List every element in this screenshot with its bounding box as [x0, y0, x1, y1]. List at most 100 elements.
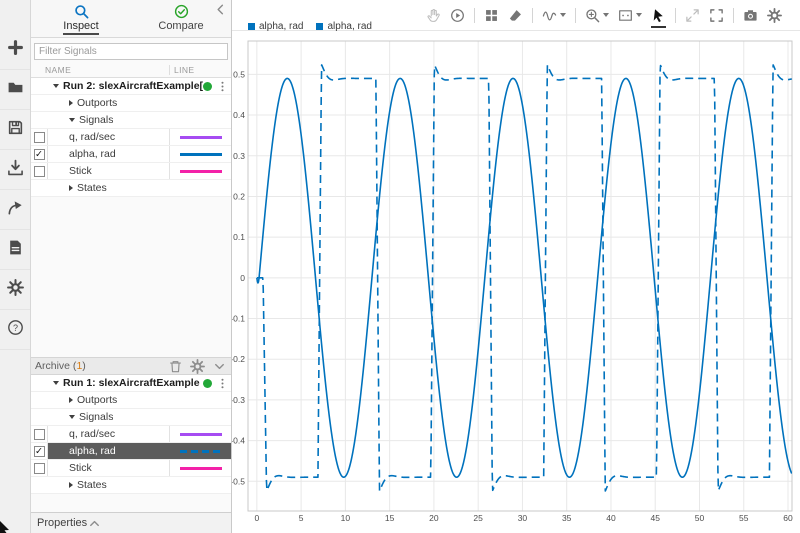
signal-row[interactable]: q, rad/sec [31, 129, 231, 146]
legend-entry[interactable]: alpha, rad [316, 21, 371, 32]
checkbox-gutter [31, 392, 48, 408]
checkbox-gutter [31, 180, 48, 196]
y-tick-label: -0.5 [232, 476, 245, 486]
checkbox-gutter: ✓ [31, 146, 48, 162]
signal-line-swatch [180, 433, 222, 436]
signal-line-swatch [180, 136, 222, 139]
signal-name: q, rad/sec [69, 428, 115, 440]
y-tick-label: -0.3 [232, 395, 245, 405]
tab-compare-label: Compare [158, 20, 203, 35]
caret-right-icon[interactable] [69, 185, 73, 191]
caret-down-icon[interactable] [69, 415, 75, 419]
signal-row[interactable]: ✓alpha, rad [31, 146, 231, 163]
archive-tree: Run 1: slexAircraftExample Outports Signal… [31, 375, 231, 494]
open-button[interactable] [0, 70, 30, 110]
caret-down-icon[interactable] [53, 381, 59, 385]
group-label: Outports [77, 97, 117, 109]
run-title: Run 1: slexAircraftExample [63, 377, 200, 389]
row-body: Outports [48, 392, 231, 408]
help-button[interactable]: ? [0, 310, 30, 350]
run-status-dot [203, 82, 212, 91]
signal-line-cell [169, 129, 231, 145]
row-body: States [48, 180, 231, 196]
row-body: Signals [48, 409, 231, 425]
search-icon [74, 4, 89, 19]
signal-line-swatch [180, 467, 222, 470]
tree-group-row[interactable]: States [31, 477, 231, 494]
legend-entry[interactable]: alpha, rad [248, 21, 303, 32]
y-tick-label: -0.4 [232, 436, 245, 446]
tree-group-row[interactable]: States [31, 180, 231, 197]
app-toolbar: ? [0, 0, 31, 533]
chevron-down-icon[interactable] [212, 359, 227, 374]
ellipsis-v-icon[interactable] [216, 80, 229, 93]
signal-visibility-checkbox[interactable]: ✓ [34, 149, 45, 160]
archive-actions [168, 359, 227, 374]
run-row[interactable]: Run 1: slexAircraftExample [31, 375, 231, 392]
x-tick-label: 55 [739, 513, 749, 523]
ellipsis-v-icon[interactable] [216, 377, 229, 390]
check-circle-icon [174, 4, 189, 19]
signal-visibility-checkbox[interactable] [34, 132, 45, 143]
tab-inspect[interactable]: Inspect [31, 0, 131, 37]
group-label: Signals [79, 411, 113, 423]
y-tick-label: 0 [240, 273, 245, 283]
archive-header[interactable]: Archive (1) [31, 357, 231, 375]
column-header-name: NAME [31, 65, 169, 75]
signal-plot[interactable]: 0510152025303540455055600.50.40.30.20.10… [232, 0, 800, 533]
properties-bar[interactable]: Properties [31, 512, 231, 533]
caret-right-icon[interactable] [69, 482, 73, 488]
tab-inspect-label: Inspect [63, 20, 98, 35]
signal-row[interactable]: q, rad/sec [31, 426, 231, 443]
caret-down-icon[interactable] [53, 84, 59, 88]
archive-count: 1 [76, 360, 82, 372]
run-tree: Run 2: slexAircraftExample[Current] Outpo… [31, 78, 231, 197]
signal-visibility-checkbox[interactable] [34, 463, 45, 474]
tree-group-row[interactable]: Outports [31, 95, 231, 112]
signal-row[interactable]: Stick [31, 163, 231, 180]
x-tick-label: 35 [562, 513, 572, 523]
signal-visibility-checkbox[interactable] [34, 166, 45, 177]
y-tick-label: -0.2 [232, 354, 245, 364]
caret-right-icon[interactable] [69, 397, 73, 403]
tree-group-row[interactable]: Signals [31, 112, 231, 129]
signal-name: alpha, rad [69, 445, 116, 457]
tree-group-row[interactable]: Outports [31, 392, 231, 409]
signal-visibility-checkbox[interactable] [34, 429, 45, 440]
signal-row[interactable]: Stick [31, 460, 231, 477]
caret-down-icon[interactable] [69, 118, 75, 122]
signal-row[interactable]: ✓ alpha, rad [31, 443, 231, 460]
signal-line-swatch [180, 450, 222, 453]
checkbox-gutter [31, 163, 48, 179]
y-tick-label: 0.4 [233, 110, 245, 120]
signal-line-cell [169, 163, 231, 179]
new-button[interactable] [0, 30, 30, 70]
run-row[interactable]: Run 2: slexAircraftExample[Current] [31, 78, 231, 95]
run-indicators [203, 377, 231, 390]
x-tick-label: 45 [650, 513, 660, 523]
plot-panel: 0510152025303540455055600.50.40.30.20.10… [232, 0, 800, 533]
signal-line-cell [169, 426, 231, 442]
checkbox-gutter [31, 460, 48, 476]
checkbox-gutter [31, 95, 48, 111]
row-body: q, rad/sec [48, 129, 169, 145]
chevron-up-icon [87, 516, 102, 531]
import-button[interactable] [0, 150, 30, 190]
mouse-cursor [0, 517, 14, 533]
x-tick-label: 0 [254, 513, 259, 523]
row-body: Run 1: slexAircraftExample [48, 375, 231, 391]
export-button[interactable] [0, 190, 30, 230]
signal-name: Stick [69, 462, 92, 474]
collapse-sidebar-button[interactable] [213, 2, 228, 22]
tree-group-row[interactable]: Signals [31, 409, 231, 426]
save-button[interactable] [0, 110, 30, 150]
x-tick-label: 50 [695, 513, 705, 523]
gear-icon[interactable] [190, 359, 205, 374]
caret-right-icon[interactable] [69, 100, 73, 106]
preferences-button[interactable] [0, 270, 30, 310]
trash-icon[interactable] [168, 359, 183, 374]
filter-signals-input[interactable] [34, 43, 228, 60]
folder-icon [7, 79, 24, 101]
create-report-button[interactable] [0, 230, 30, 270]
signal-visibility-checkbox[interactable]: ✓ [34, 446, 45, 457]
